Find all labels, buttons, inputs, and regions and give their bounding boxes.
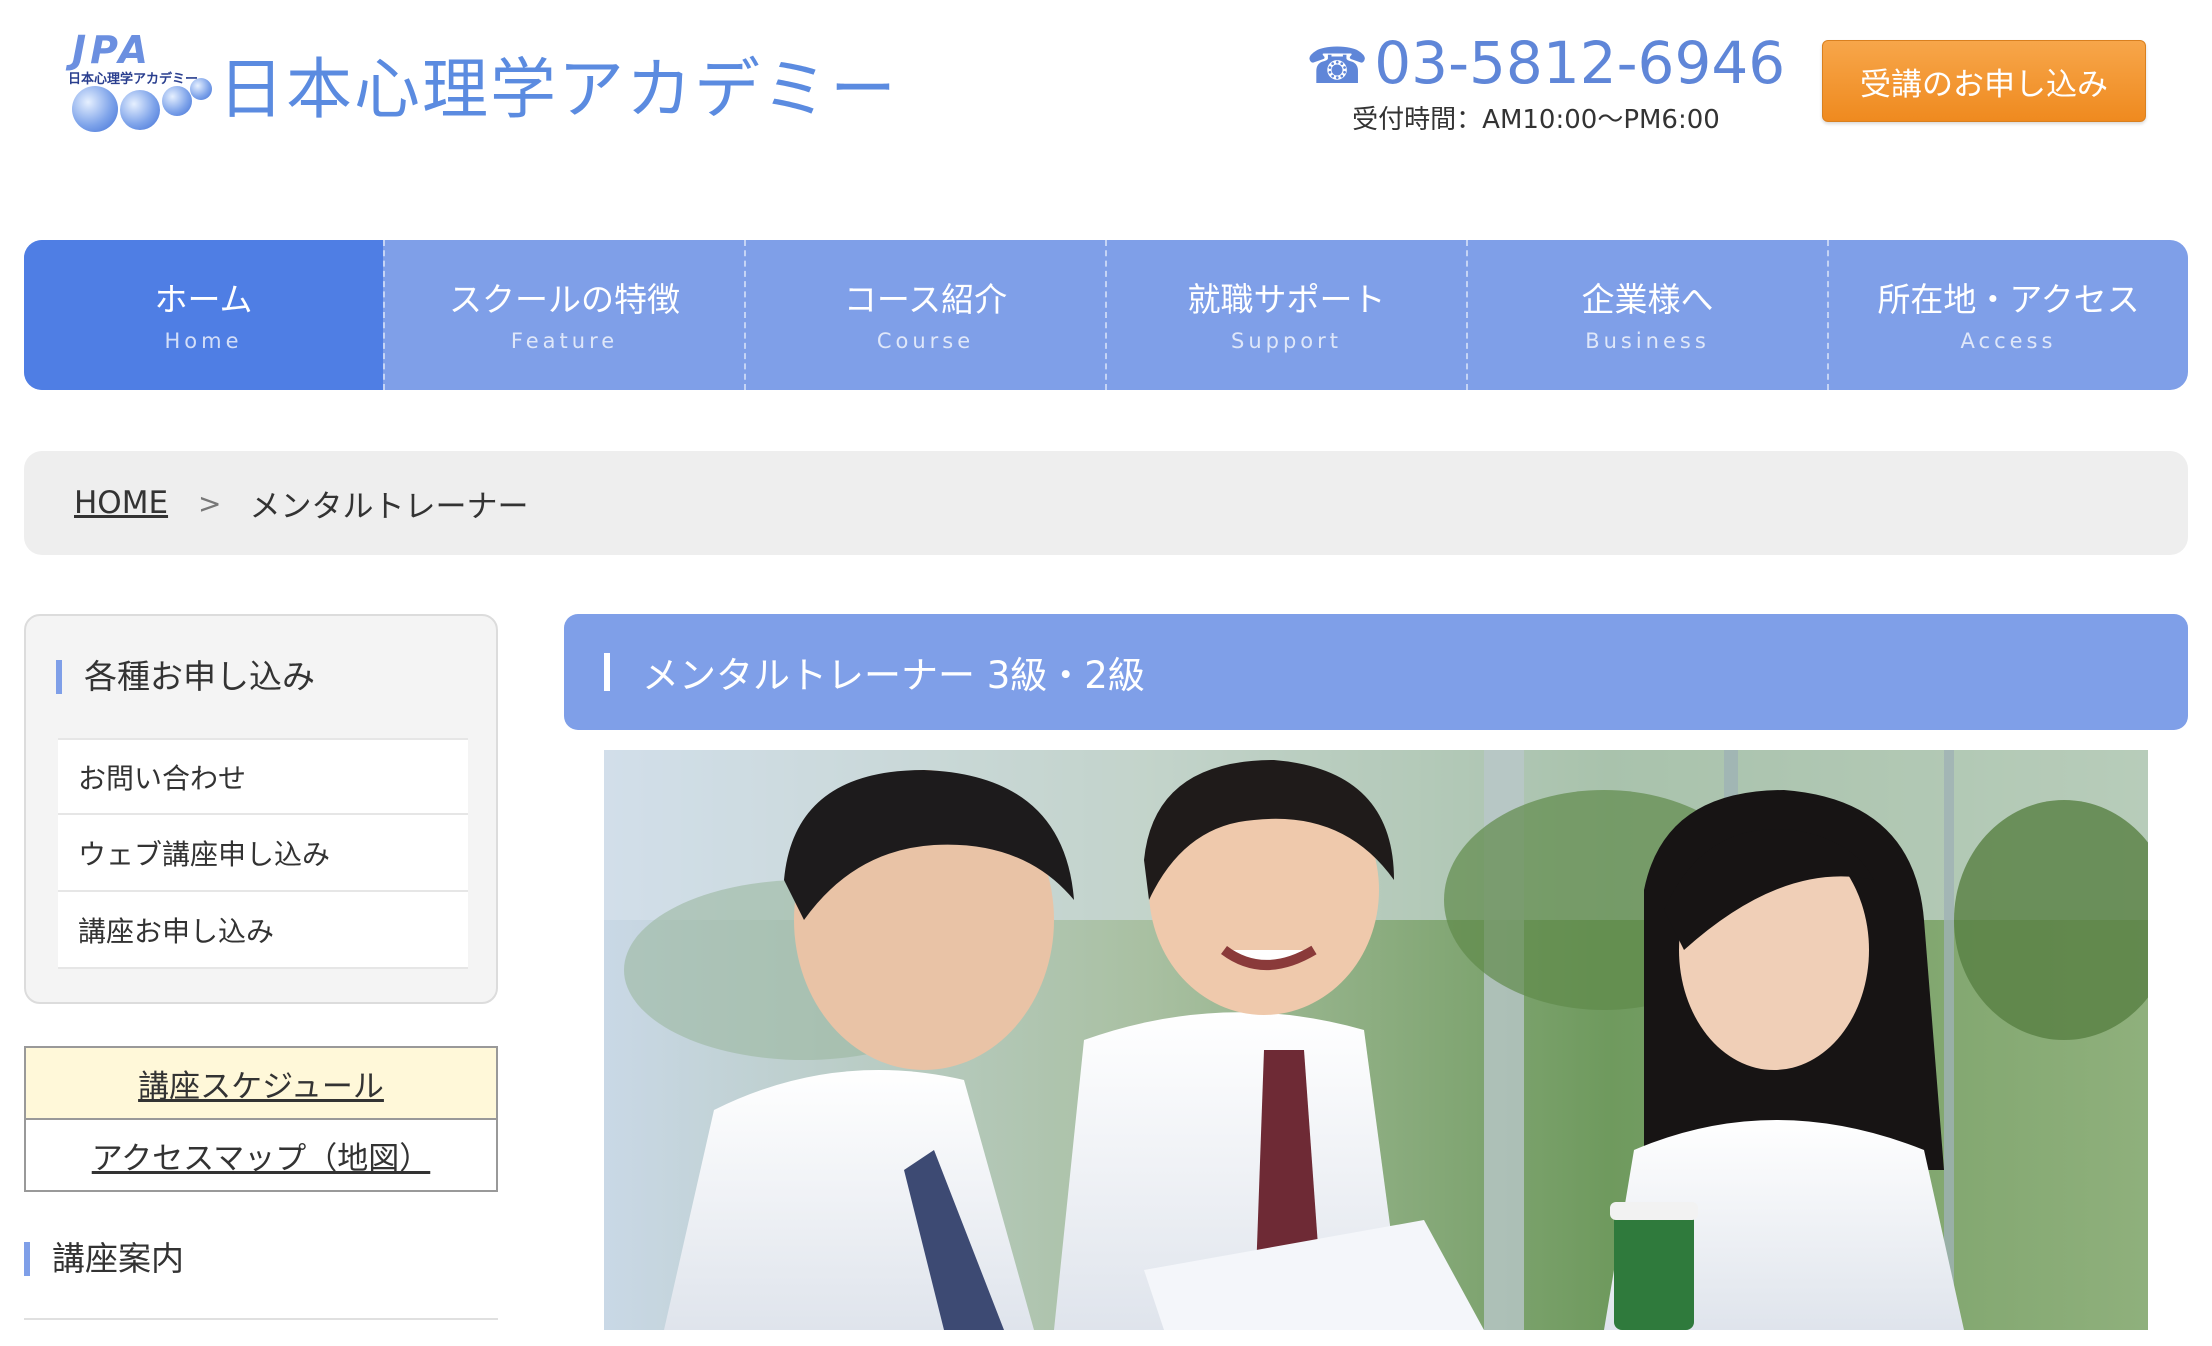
nav-sublabel: Support [1230,329,1342,353]
logo-mark-text: JPA [72,28,152,72]
sidebar-item-inquiry[interactable]: お問い合わせ [58,738,468,815]
application-menu: 各種お申し込み お問い合わせ ウェブ講座申し込み 講座お申し込み [24,614,498,1004]
nav-label: スクールの特徴 [449,280,680,319]
course-guide-heading: 講座案内 [24,1242,184,1276]
logo-mark: JPA 日本心理学アカデミー [68,28,218,138]
business-hours: 受付時間：AM10:00〜PM6:00 [1352,105,1720,135]
nav-item-course[interactable]: コース紹介 Course [744,240,1105,390]
nav-item-access[interactable]: 所在地・アクセス Access [1827,240,2188,390]
phone-number: 03-5812-6946 [1374,29,1786,97]
title-accent-bar [604,653,610,691]
logo-dot [162,86,192,116]
breadcrumb-separator: > [198,486,222,520]
breadcrumb-home-link[interactable]: HOME [74,485,168,521]
phone-contact: ☎ 03-5812-6946 受付時間：AM10:00〜PM6:00 [1306,30,1785,136]
nav-sublabel: Feature [510,329,619,353]
nav-item-business[interactable]: 企業様へ Business [1466,240,1827,390]
nav-label: 就職サポート [1187,280,1386,319]
hero-photo-illustration [604,750,2148,1330]
nav-item-feature[interactable]: スクールの特徴 Feature [383,240,744,390]
sidebar-item-web-course[interactable]: ウェブ講座申し込み [58,815,468,892]
breadcrumb-current: メンタルトレーナー [249,488,529,525]
apply-button[interactable]: 受講のお申し込み [1822,40,2146,122]
logo-dot [72,86,118,132]
application-menu-list: お問い合わせ ウェブ講座申し込み 講座お申し込み [58,738,468,969]
logo-dot [190,78,212,100]
sidebar-item-course-apply[interactable]: 講座お申し込み [58,892,468,969]
site-logo[interactable]: JPA 日本心理学アカデミー 日本心理学アカデミー [68,28,896,138]
application-menu-heading: 各種お申し込み [56,660,315,694]
hero-photo [604,750,2148,1330]
logo-dot [120,90,160,130]
phone-icon: ☎ [1306,37,1369,95]
page-title-text: メンタルトレーナー 3級・2級 [642,654,1145,697]
logo-small-text: 日本心理学アカデミー [68,72,199,87]
nav-sublabel: Access [1960,329,2057,353]
nav-item-home[interactable]: ホーム Home [24,240,383,390]
divider [24,1318,498,1320]
quick-links: 講座スケジュール アクセスマップ（地図） [24,1046,498,1192]
page-title: メンタルトレーナー 3級・2級 [564,614,2188,730]
nav-label: コース紹介 [843,280,1008,319]
access-map-link[interactable]: アクセスマップ（地図） [26,1120,496,1190]
phone-number-line[interactable]: ☎ 03-5812-6946 [1306,30,1785,99]
breadcrumb: HOME > メンタルトレーナー [24,451,2188,555]
nav-label: ホーム [154,280,253,319]
nav-item-support[interactable]: 就職サポート Support [1105,240,1466,390]
schedule-link[interactable]: 講座スケジュール [26,1048,496,1120]
nav-label: 企業様へ [1581,280,1714,319]
nav-sublabel: Course [876,329,975,353]
nav-sublabel: Business [1585,329,1710,353]
nav-label: 所在地・アクセス [1877,280,2140,319]
nav-sublabel: Home [164,329,243,353]
global-nav: ホーム Home スクールの特徴 Feature コース紹介 Course 就職… [24,240,2188,390]
logo-text: 日本心理学アカデミー [218,51,898,128]
